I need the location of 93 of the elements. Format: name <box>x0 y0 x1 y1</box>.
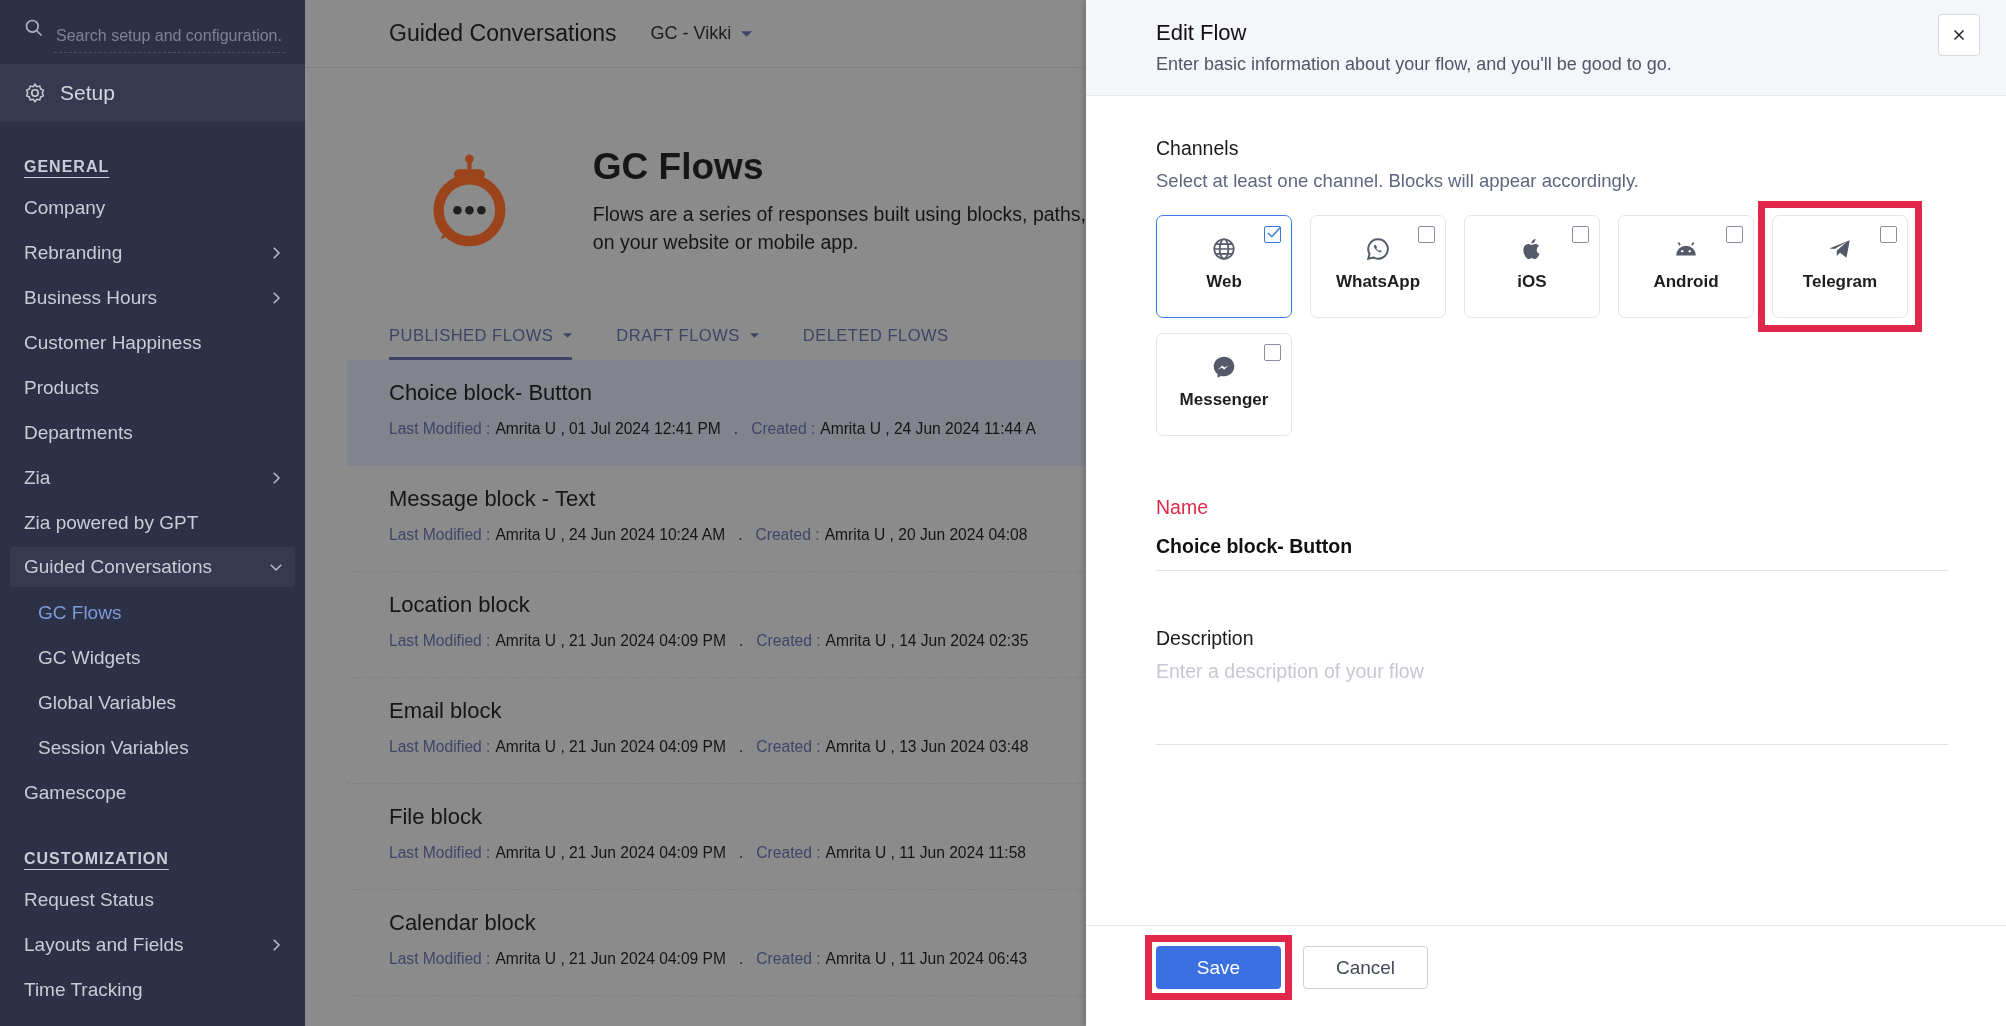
meta-value: Amrita U , 21 Jun 2024 04:09 PM <box>495 632 726 650</box>
checkbox[interactable] <box>1264 344 1281 361</box>
meta-label: Created : <box>756 950 821 968</box>
meta-value: Amrita U , 14 Jun 2024 02:35 <box>825 632 1029 650</box>
meta-value: Amrita U , 01 Jul 2024 12:41 PM <box>495 420 721 438</box>
sidebar-item[interactable]: Request Status <box>0 877 305 922</box>
globe-icon <box>1211 236 1237 262</box>
checkbox[interactable] <box>1880 226 1897 243</box>
channel-card[interactable]: Web <box>1156 215 1292 318</box>
flow-name: Calendar block <box>389 910 537 936</box>
sidebar-item[interactable]: Customer Happiness <box>0 320 305 365</box>
sidebar-subitem[interactable]: Session Variables <box>0 725 305 770</box>
settings-icon <box>24 82 46 104</box>
meta-label: Last Modified : <box>389 632 491 650</box>
meta-value: Amrita U , 20 Jun 2024 04:08 <box>824 526 1028 544</box>
chat-bubble-icon <box>1211 354 1237 380</box>
meta-label: Created : <box>756 632 821 650</box>
separator-dot: . <box>739 950 744 968</box>
meta-value: Amrita U , 21 Jun 2024 04:09 PM <box>495 738 726 756</box>
meta-label: Created : <box>751 420 816 438</box>
channel-card[interactable]: Android <box>1618 215 1754 318</box>
sidebar-item[interactable]: Time Tracking <box>0 967 305 1012</box>
page-title: Guided Conversations <box>389 20 617 47</box>
sidebar-subitem[interactable]: GC Widgets <box>0 635 305 680</box>
channel-card[interactable]: Messenger <box>1156 333 1292 436</box>
sidebar-item[interactable]: Zia powered by GPT <box>0 500 305 545</box>
search-icon <box>24 18 44 38</box>
description-text: Flows are a series of responses built using blocks, paths, on your website or mobile app. <box>592 202 1086 255</box>
checkbox[interactable] <box>1418 226 1435 243</box>
caret-icon <box>741 30 753 37</box>
sidebar-item[interactable]: Gamescope <box>0 770 305 815</box>
sidebar-item[interactable]: Guided Conversations <box>10 547 295 587</box>
meta-value: Amrita U , 13 Jun 2024 03:48 <box>825 738 1029 756</box>
sidebar-subitem[interactable]: GC Flows <box>0 590 305 635</box>
meta-label: Last Modified : <box>389 844 491 862</box>
meta-value: Amrita U , 21 Jun 2024 04:09 PM <box>495 950 726 968</box>
meta-value: Amrita U , 11 Jun 2024 11:58 <box>825 844 1027 862</box>
meta-value: Amrita U , 24 Jun 2024 11:44 A <box>820 420 1036 438</box>
flow-name: Choice block- Button <box>389 380 593 406</box>
sidebar-item[interactable]: Company <box>0 185 305 230</box>
meta-value: Amrita U , 21 Jun 2024 04:09 PM <box>495 844 726 862</box>
search-field[interactable]: Search setup and configuration.. <box>54 19 285 53</box>
channel-card[interactable]: iOS <box>1464 215 1600 318</box>
sidebar-item[interactable]: Zia <box>0 455 305 500</box>
close-button[interactable] <box>1938 14 1980 56</box>
sidebar-item[interactable]: Layouts and Fields <box>0 922 305 967</box>
separator-dot: . <box>739 632 744 650</box>
section-heading: GENERAL <box>24 158 110 176</box>
meta-label: Created : <box>755 526 820 544</box>
panel-subtitle: Enter basic information about your flow, and you'll be good to go. <box>1156 54 1672 75</box>
chat-phone-icon <box>1365 236 1391 262</box>
flow-row[interactable]: Choice block- Button Last Modified : Amrita U , 01 Jul 2024 12:41 PM . Created : Amrita U , 24 Jun 2024 11:44 A <box>347 360 1086 466</box>
separator-dot: . <box>738 526 743 544</box>
meta-label: Created : <box>756 844 821 862</box>
caret-icon <box>749 333 759 338</box>
checkbox[interactable] <box>1726 226 1743 243</box>
meta-label: Last Modified : <box>389 738 491 756</box>
channel-card[interactable]: WhatsApp <box>1310 215 1446 318</box>
flow-name: Location block <box>389 592 531 618</box>
field-label: Description <box>1156 627 1255 650</box>
field-label: Name <box>1156 496 1210 519</box>
field-label: Channels <box>1156 137 1240 160</box>
sidebar-item[interactable]: Business Hours <box>0 275 305 320</box>
channel-card[interactable]: Telegram <box>1772 215 1908 318</box>
save-button[interactable]: Save <box>1156 946 1281 989</box>
meta-label: Last Modified : <box>389 950 491 968</box>
checkbox[interactable] <box>1572 226 1589 243</box>
meta-label: Last Modified : <box>389 420 491 438</box>
section-heading: CUSTOMIZATION <box>24 850 169 868</box>
section-title: GC Flows <box>592 146 765 188</box>
sidebar-item[interactable]: Departments <box>0 410 305 455</box>
view-dropdown[interactable]: GC - Vikki <box>650 23 753 44</box>
meta-value: Amrita U , 11 Jun 2024 06:43 <box>825 950 1028 968</box>
checkbox[interactable] <box>1264 226 1281 243</box>
flow-name: File block <box>389 804 483 830</box>
name-field[interactable]: Choice block- Button <box>1156 523 1948 571</box>
sidebar-item[interactable]: Products <box>0 365 305 410</box>
meta-label: Last Modified : <box>389 526 491 544</box>
sidebar-item[interactable]: Rebranding <box>0 230 305 275</box>
separator-dot: . <box>739 738 744 756</box>
sidebar-subitem[interactable]: Global Variables <box>0 680 305 725</box>
hint-text: Select at least one channel. Blocks will appear accordingly. <box>1156 170 1640 192</box>
panel-title: Edit Flow <box>1156 20 1248 46</box>
separator-dot: . <box>733 420 739 438</box>
flow-name: Message block - Text <box>389 486 597 512</box>
meta-value: Amrita U , 24 Jun 2024 10:24 AM <box>495 526 726 544</box>
caret-icon <box>563 333 573 338</box>
description-field[interactable]: Enter a description of your flow <box>1156 660 1948 745</box>
meta-label: Created : <box>756 738 821 756</box>
setup-title: Setup <box>60 81 115 105</box>
separator-dot: . <box>739 844 744 862</box>
cancel-button[interactable]: Cancel <box>1303 946 1428 989</box>
flow-name: Email block <box>389 698 503 724</box>
